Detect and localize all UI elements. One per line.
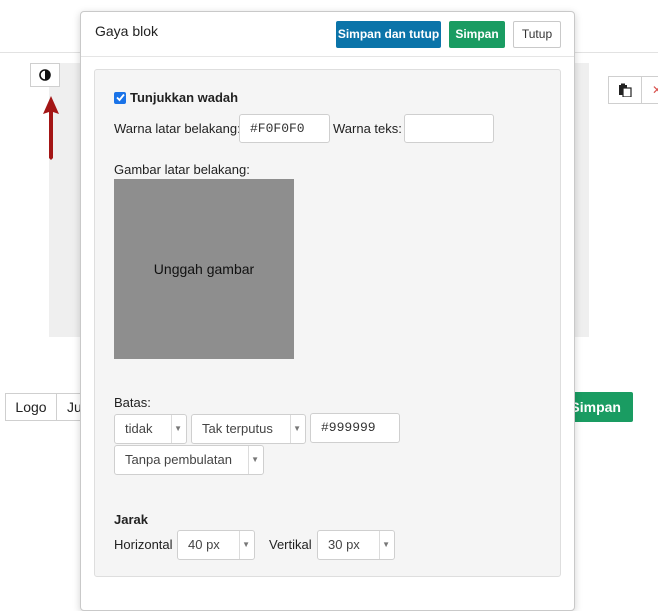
horizontal-spacing-value: 40 px [188, 537, 220, 552]
border-rounding-select[interactable]: Tanpa pembulatan ▼ [114, 445, 264, 475]
save-and-close-button[interactable]: Simpan dan tutup [336, 21, 441, 48]
border-rounding-value: Tanpa pembulatan [125, 452, 232, 467]
arrow-up-icon [43, 96, 59, 160]
dialog-header: Gaya blok Simpan dan tutup Simpan Tutup [81, 12, 574, 57]
caret-down-icon: ▼ [293, 424, 301, 433]
caret-down-icon: ▼ [251, 455, 259, 464]
contrast-icon [39, 69, 51, 81]
dialog-title: Gaya blok [95, 23, 159, 39]
bg-color-input[interactable]: #F0F0F0 [239, 114, 330, 143]
upload-image-button[interactable]: Unggah gambar [114, 179, 294, 359]
horizontal-label: Horizontal [114, 537, 173, 552]
paste-button[interactable] [608, 76, 642, 104]
spacing-label: Jarak [114, 512, 148, 527]
show-container-label: Tunjukkan wadah [130, 90, 239, 105]
vertical-label: Vertikal [269, 537, 312, 552]
text-color-label: Warna teks: [333, 121, 402, 136]
caret-down-icon: ▼ [242, 540, 250, 549]
border-line-value: Tak terputus [202, 421, 273, 436]
upload-image-label: Unggah gambar [153, 261, 255, 277]
show-container-row[interactable]: Tunjukkan wadah [114, 90, 238, 105]
border-color-input[interactable]: #999999 [310, 413, 400, 443]
delete-button[interactable]: ✕ [642, 76, 658, 104]
border-style-value: tidak [125, 421, 153, 436]
close-button[interactable]: Tutup [513, 21, 561, 48]
border-line-select[interactable]: Tak terputus ▼ [191, 414, 306, 444]
vertical-spacing-value: 30 px [328, 537, 360, 552]
horizontal-spacing-select[interactable]: 40 px ▼ [177, 530, 255, 560]
logo-button[interactable]: Logo [5, 393, 57, 421]
background-save-button[interactable]: Simpan [568, 392, 633, 422]
caret-down-icon: ▼ [174, 424, 182, 433]
style-panel: Tunjukkan wadah Warna latar belakang: #F… [94, 69, 561, 577]
bg-image-label: Gambar latar belakang: [114, 162, 250, 177]
contrast-toggle-button[interactable] [30, 63, 60, 87]
block-style-dialog: Gaya blok Simpan dan tutup Simpan Tutup … [80, 11, 575, 611]
vertical-spacing-select[interactable]: 30 px ▼ [317, 530, 395, 560]
border-label: Batas: [114, 395, 151, 410]
save-button[interactable]: Simpan [449, 21, 505, 48]
caret-down-icon: ▼ [382, 540, 390, 549]
border-style-select[interactable]: tidak ▼ [114, 414, 187, 444]
bg-color-label: Warna latar belakang: [114, 121, 241, 136]
paste-icon [619, 83, 632, 97]
text-color-input[interactable] [404, 114, 494, 143]
checkbox-checked-icon[interactable] [114, 91, 126, 104]
